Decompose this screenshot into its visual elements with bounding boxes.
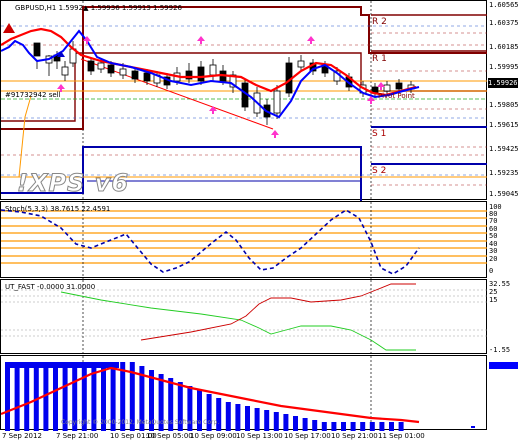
time-axis-label: 10 Sep 17:00 bbox=[284, 432, 331, 440]
price-chart-pane[interactable]: GBPUSD,H1 1.5992▲ 1.59936 1.59913 1.5992… bbox=[0, 0, 488, 201]
ohlc-text: 1.5992▲ 1.59936 1.59913 1.59926 bbox=[58, 4, 182, 12]
pivot-s2-label: S 2 bbox=[372, 166, 387, 176]
candle-body bbox=[33, 42, 41, 57]
histogram-bar bbox=[245, 406, 250, 431]
price-axis-tick: 1.59235 bbox=[489, 169, 518, 177]
candle-body bbox=[383, 84, 391, 92]
utfast-axis-tick: 32.55 bbox=[489, 280, 511, 288]
price-axis-tick: 1.59615 bbox=[489, 121, 518, 129]
price-axis-tick: 1.60375 bbox=[489, 19, 518, 27]
time-axis-label: 7 Sep 2012 bbox=[2, 432, 42, 440]
candle-body bbox=[209, 64, 217, 76]
candle-body bbox=[119, 68, 127, 76]
stochastic-pane[interactable]: Stoch(5,3,3) 38.7615 22.4591 bbox=[0, 201, 488, 279]
histogram-bar bbox=[53, 362, 58, 431]
stoch-axis-tick: 0 bbox=[489, 267, 494, 275]
candle-body bbox=[107, 64, 115, 74]
candle-body bbox=[143, 72, 151, 82]
price-axis-tick: 1.60565 bbox=[489, 1, 518, 9]
histogram-bar bbox=[235, 404, 241, 431]
pivot-s1-label: S 1 bbox=[372, 129, 387, 139]
ut-fast-axis: 32.55 25 15 -1.55 bbox=[487, 279, 518, 354]
signal-arrow-icon bbox=[307, 36, 315, 44]
histogram-bar bbox=[33, 362, 39, 431]
time-axis: 7 Sep 2012 7 Sep 21:00 10 Sep 01:00 10 Sep … bbox=[0, 430, 487, 444]
price-axis-tick: 1.59805 bbox=[489, 101, 518, 109]
orange-connector bbox=[18, 95, 32, 178]
signal-arrow-icon bbox=[271, 130, 279, 138]
histogram-bar bbox=[283, 414, 289, 431]
stoch-axis-tick: 20 bbox=[489, 255, 498, 263]
candle-body bbox=[131, 70, 139, 80]
stoch-axis-tick: 70 bbox=[489, 217, 498, 225]
time-axis-label: 10 Sep 09:00 bbox=[190, 432, 237, 440]
histogram-bar bbox=[293, 416, 298, 431]
candle-body bbox=[273, 90, 281, 114]
stoch-axis-tick: 50 bbox=[489, 232, 498, 240]
candle-body bbox=[87, 60, 95, 72]
candle-body bbox=[61, 66, 69, 76]
candle-body bbox=[197, 66, 205, 82]
chart-symbol-label: GBPUSD,H1 1.5992▲ 1.59936 1.59913 1.5992… bbox=[15, 4, 182, 12]
histogram-bar bbox=[5, 362, 10, 431]
histogram-value-marker bbox=[489, 362, 518, 369]
time-axis-label: 7 Sep 21:00 bbox=[56, 432, 99, 440]
resistance-r2-line bbox=[1, 6, 488, 130]
candle-body bbox=[97, 62, 105, 70]
histogram-bar bbox=[225, 402, 231, 431]
stoch-axis-tick: 30 bbox=[489, 247, 498, 255]
histogram-top-bar bbox=[5, 362, 119, 368]
histogram-axis bbox=[487, 355, 518, 430]
candle-body bbox=[297, 60, 305, 68]
signal-arrow-icon bbox=[209, 106, 217, 114]
moving-average-red bbox=[1, 27, 417, 97]
current-price-marker: 1.59926 bbox=[488, 78, 518, 88]
histogram-bar bbox=[14, 362, 20, 431]
time-axis-label: 10 Sep 21:00 bbox=[331, 432, 378, 440]
ut-fast-label: UT_FAST -0.0000 31.0000 bbox=[5, 283, 96, 291]
price-axis: 1.60565 1.60375 1.60185 1.59995 1.59926 1.598… bbox=[487, 0, 518, 200]
price-axis-tick: 1.59425 bbox=[489, 145, 518, 153]
histogram-bar bbox=[24, 362, 30, 431]
price-axis-tick: 1.59995 bbox=[489, 63, 518, 71]
time-axis-label: 10 Sep 05:00 bbox=[146, 432, 193, 440]
price-axis-tick: 1.60185 bbox=[489, 43, 518, 51]
order-label: #91732942 sell bbox=[5, 91, 61, 99]
copyright-text: Copyright © 2000-2012, MetaQuotes Softwa… bbox=[61, 419, 220, 426]
histogram-bar bbox=[264, 410, 270, 431]
utfast-axis-tick: 25 bbox=[489, 288, 498, 296]
stochastic-line bbox=[1, 209, 420, 275]
ut-fast-pane[interactable]: UT_FAST -0.0000 31.0000 bbox=[0, 279, 488, 355]
pivot-point-label: Pivot Point bbox=[378, 92, 415, 100]
candle-body bbox=[395, 82, 403, 90]
time-axis-label: 10 Sep 13:00 bbox=[236, 432, 283, 440]
ut-fast-canvas bbox=[1, 280, 488, 355]
histogram-bar bbox=[273, 412, 279, 431]
symbol-text: GBPUSD,H1 bbox=[15, 4, 57, 12]
metatrader-window: GBPUSD,H1 1.5992▲ 1.59936 1.59913 1.5992… bbox=[0, 0, 518, 444]
signal-arrow-icon bbox=[197, 36, 205, 44]
time-axis-label: 11 Sep 01:00 bbox=[378, 432, 425, 440]
stochastic-label: Stoch(5,3,3) 38.7615 22.4591 bbox=[5, 205, 111, 213]
watermark-logo: !XPS v6 bbox=[16, 169, 130, 198]
pivot-r1-label: R 1 bbox=[372, 54, 387, 64]
ut-fast-green-line bbox=[60, 291, 416, 351]
sell-signal-icon bbox=[3, 23, 15, 33]
price-axis-tick: 1.59045 bbox=[489, 190, 518, 198]
utfast-axis-tick: -1.55 bbox=[489, 346, 511, 354]
histogram-bar bbox=[216, 398, 222, 431]
stochastic-canvas bbox=[1, 202, 488, 279]
pivot-r2-label: R 2 bbox=[372, 17, 387, 27]
histogram-bar bbox=[254, 408, 260, 431]
utfast-axis-tick: 15 bbox=[489, 296, 498, 304]
stochastic-axis: 100 80 70 60 50 40 30 20 0 bbox=[487, 201, 518, 278]
histogram-pane[interactable]: Copyright © 2000-2012, MetaQuotes Softwa… bbox=[0, 355, 487, 431]
